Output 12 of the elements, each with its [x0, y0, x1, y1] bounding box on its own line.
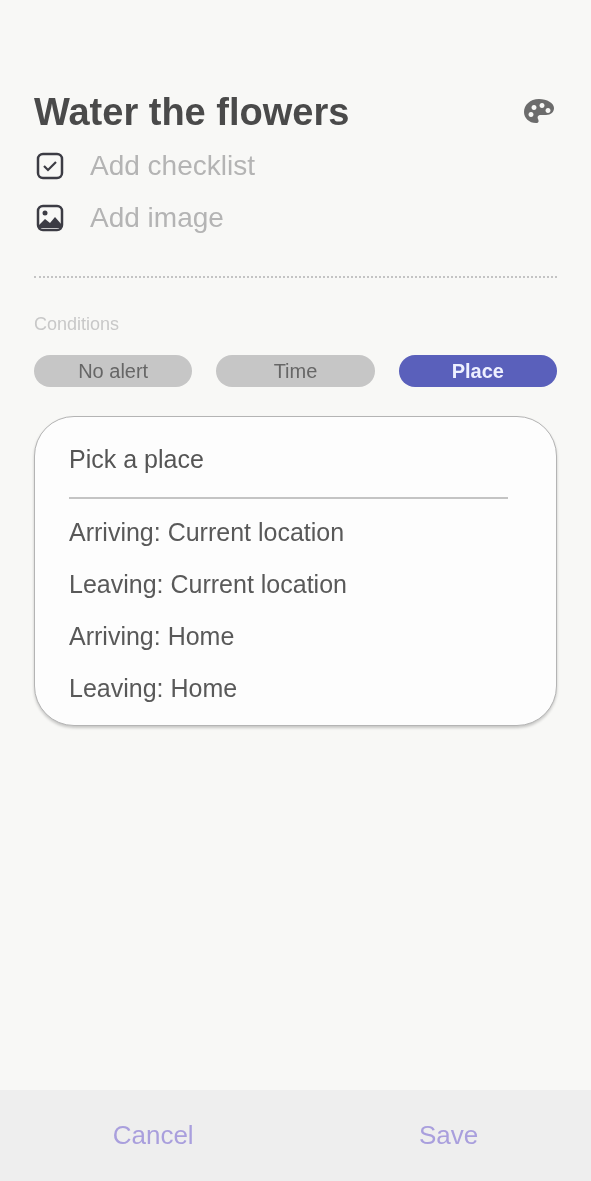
menu-item[interactable]: Leaving: Current location	[69, 561, 508, 613]
image-icon[interactable]	[36, 204, 64, 232]
menu-item[interactable]: Arriving: Current location	[69, 509, 508, 561]
menu-title: Pick a place	[69, 445, 205, 475]
condition-toggle[interactable]: No alert	[34, 355, 193, 387]
condition-toggle[interactable]: Time	[216, 355, 375, 387]
note-title[interactable]: Water the flowers	[34, 90, 350, 134]
checkbox-icon[interactable]	[36, 152, 64, 180]
palette-icon[interactable]	[523, 98, 555, 126]
menu-item[interactable]: Arriving: Home	[69, 613, 508, 665]
condition-toggle[interactable]: Place	[398, 355, 557, 387]
menu-item[interactable]: Leaving: Home	[69, 665, 508, 717]
